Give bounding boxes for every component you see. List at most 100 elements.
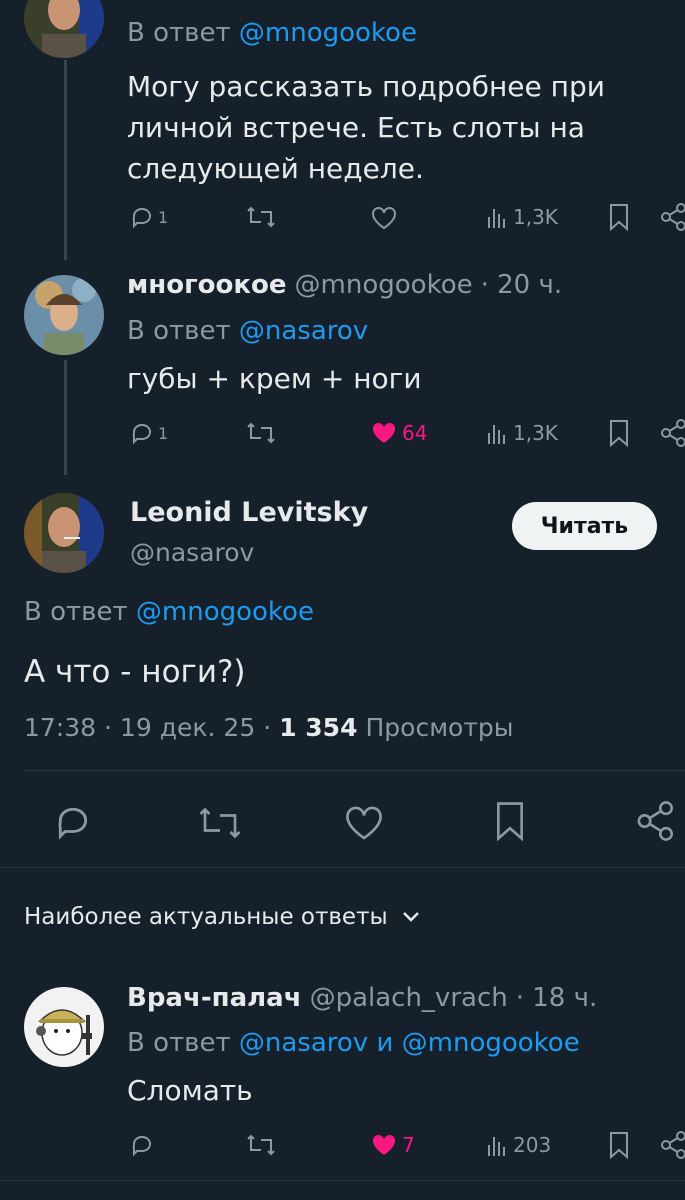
chevron-down-icon bbox=[402, 912, 419, 922]
retweet-icon bbox=[247, 206, 275, 228]
reply-prefix: В ответ bbox=[127, 1028, 231, 1058]
like-button[interactable]: 7 bbox=[370, 1132, 415, 1158]
tweet-text: Сломать bbox=[127, 1074, 253, 1107]
author-name[interactable]: Leonid Levitsky bbox=[130, 497, 368, 528]
retweet-icon bbox=[247, 422, 275, 444]
avatar-palach[interactable] bbox=[24, 987, 104, 1067]
avatar-leonid[interactable] bbox=[24, 493, 104, 573]
reply-to-link[interactable]: @nasarov bbox=[239, 316, 368, 346]
thread-line bbox=[64, 60, 67, 260]
like-count: 64 bbox=[402, 421, 428, 445]
tweet-header: многоокое @mnogookoe · 20 ч. bbox=[127, 270, 562, 300]
reply-count: 1 bbox=[158, 207, 169, 227]
author-name[interactable]: многоокое bbox=[127, 270, 287, 300]
reply-context: В ответ @mnogookoe bbox=[24, 597, 314, 627]
reply-to-link[interactable]: @nasarov bbox=[239, 1028, 368, 1058]
views-count: 1,3K bbox=[513, 421, 558, 445]
reply-button[interactable]: 1 bbox=[130, 421, 168, 445]
reply-prefix: В ответ bbox=[127, 18, 231, 48]
retweet-button[interactable] bbox=[246, 205, 276, 229]
share-icon bbox=[661, 203, 685, 231]
tweet-time: 17:38 bbox=[24, 713, 97, 742]
share-button[interactable] bbox=[636, 801, 676, 841]
reply-icon bbox=[58, 807, 88, 840]
author-handle[interactable]: @mnogookoe bbox=[295, 270, 473, 300]
bookmark-icon bbox=[497, 802, 523, 842]
divider bbox=[24, 770, 685, 771]
retweet-button[interactable] bbox=[197, 805, 243, 841]
reply-prefix: В ответ bbox=[24, 597, 128, 627]
tweet-text: Могу рассказать подробнее при личной вст… bbox=[127, 66, 605, 189]
bookmark-button[interactable] bbox=[608, 1131, 630, 1159]
reply-button[interactable] bbox=[130, 1133, 154, 1157]
retweet-button[interactable] bbox=[246, 1133, 276, 1157]
share-icon bbox=[661, 1131, 685, 1159]
bookmark-button[interactable] bbox=[608, 203, 630, 231]
reply-count: 1 bbox=[158, 423, 169, 443]
like-count: 7 bbox=[402, 1133, 415, 1157]
reply-icon bbox=[132, 423, 152, 445]
heart-icon bbox=[346, 806, 382, 840]
avatar-leonid-top[interactable] bbox=[24, 0, 104, 58]
sort-label: Наиболее актуальные ответы bbox=[24, 904, 388, 930]
reply-icon bbox=[132, 1135, 152, 1157]
reply-to-link[interactable]: @mnogookoe bbox=[239, 18, 417, 48]
like-button[interactable]: 64 bbox=[370, 420, 427, 446]
author-name[interactable]: Врач-палач bbox=[127, 983, 302, 1013]
heart-filled-icon bbox=[372, 1134, 396, 1155]
tweet-meta: 17:38 · 19 дек. 25 · 1 354 Просмотры bbox=[24, 713, 514, 742]
tweet-text: губы + крем + ноги bbox=[127, 362, 422, 395]
separator-dot: · bbox=[104, 713, 112, 742]
reply-to-link[interactable]: @mnogookoe bbox=[402, 1028, 580, 1058]
views-count: 1,3K bbox=[513, 205, 558, 229]
follow-button[interactable]: Читать bbox=[512, 502, 657, 550]
divider bbox=[0, 1180, 685, 1181]
bookmark-icon bbox=[610, 1132, 628, 1159]
share-icon bbox=[637, 801, 673, 841]
author-handle[interactable]: @palach_vrach bbox=[310, 983, 508, 1013]
bookmark-button[interactable] bbox=[494, 800, 526, 842]
tweet-text-line: следующей неделе. bbox=[127, 152, 424, 185]
divider bbox=[0, 867, 685, 868]
retweet-icon bbox=[199, 807, 241, 839]
tweet-text-line: личной встрече. Есть слоты на bbox=[127, 111, 585, 144]
views-button[interactable]: 203 bbox=[487, 1133, 551, 1157]
separator-dot: · bbox=[263, 713, 272, 742]
views-button[interactable]: 1,3K bbox=[487, 205, 558, 229]
bookmark-icon bbox=[610, 420, 628, 447]
reply-button[interactable] bbox=[53, 803, 93, 841]
share-button[interactable] bbox=[660, 419, 685, 447]
share-button[interactable] bbox=[660, 1131, 685, 1159]
reply-conjunction: и bbox=[376, 1028, 394, 1058]
tweet-time[interactable]: · 20 ч. bbox=[481, 270, 563, 300]
author-handle[interactable]: @nasarov bbox=[130, 538, 254, 567]
reply-to-link[interactable]: @mnogookoe bbox=[136, 597, 314, 627]
thread-line bbox=[64, 360, 67, 475]
reply-button[interactable]: 1 bbox=[130, 205, 168, 229]
views-icon bbox=[488, 209, 505, 228]
bookmark-icon bbox=[610, 204, 628, 231]
views-count: 1 354 bbox=[279, 713, 358, 742]
share-button[interactable] bbox=[660, 203, 685, 231]
avatar-mnogookoe[interactable] bbox=[24, 275, 104, 355]
tweet-header: Врач-палач @palach_vrach · 18 ч. bbox=[127, 983, 597, 1013]
heart-filled-icon bbox=[372, 422, 396, 443]
replies-sort-dropdown[interactable]: Наиболее актуальные ответы bbox=[24, 904, 420, 930]
bookmark-button[interactable] bbox=[608, 419, 630, 447]
tweet-time[interactable]: · 18 ч. bbox=[516, 983, 598, 1013]
reply-context: В ответ @nasarov и @mnogookoe bbox=[127, 1028, 580, 1058]
like-button[interactable] bbox=[370, 205, 398, 231]
views-icon bbox=[488, 425, 505, 444]
follow-label: Читать bbox=[540, 513, 629, 539]
tweet-text-line: Могу рассказать подробнее при bbox=[127, 70, 605, 103]
heart-icon bbox=[372, 207, 396, 230]
views-button[interactable]: 1,3K bbox=[487, 421, 558, 445]
views-count: 203 bbox=[513, 1133, 552, 1157]
tweet-text: А что - ноги?) bbox=[24, 654, 246, 690]
retweet-icon bbox=[247, 1134, 275, 1156]
like-button[interactable] bbox=[343, 803, 385, 843]
reply-context: В ответ @nasarov bbox=[127, 316, 368, 346]
reply-context: В ответ @mnogookoe bbox=[127, 18, 417, 48]
retweet-button[interactable] bbox=[246, 421, 276, 445]
tweet-date: 19 дек. 25 bbox=[120, 713, 256, 742]
